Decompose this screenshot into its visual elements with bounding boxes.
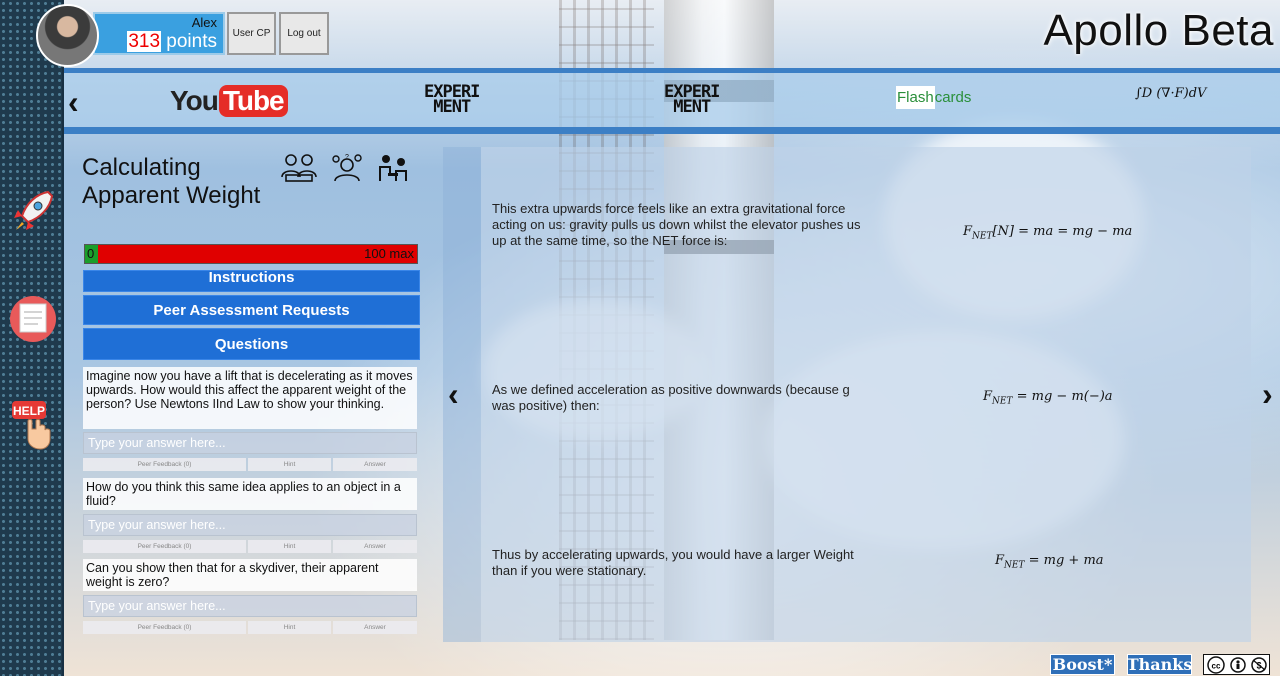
logout-button[interactable]: Log out	[279, 12, 329, 55]
instructions-button[interactable]: Instructions	[83, 270, 420, 292]
lesson-title: Calculating Apparent Weight	[82, 154, 261, 209]
hint-button[interactable]: Hint	[248, 458, 331, 471]
group-icon[interactable]	[280, 153, 318, 183]
svg-text:cc: cc	[1211, 661, 1220, 670]
question-3-actions: Peer Feedback (0) Hint Answer	[83, 621, 417, 634]
answer-button[interactable]: Answer	[333, 621, 417, 634]
boost-button[interactable]: Boost*	[1050, 654, 1115, 675]
peer-feedback-button[interactable]: Peer Feedback (0)	[83, 540, 246, 553]
answer-button[interactable]: Answer	[333, 540, 417, 553]
nav-prev-arrow-icon[interactable]: ‹	[68, 86, 79, 118]
points-label: points	[161, 31, 217, 52]
flashcards-label-rest: cards	[934, 89, 972, 106]
hint-button[interactable]: Hint	[248, 621, 331, 634]
formula-3: FNET = mg + ma	[995, 553, 1104, 571]
formula-2: FNET = mg − m(−)a	[983, 389, 1113, 407]
username: Alex	[191, 15, 217, 30]
slide-text-2: As we defined acceleration as positive d…	[492, 382, 850, 413]
rocket-icon[interactable]	[8, 186, 58, 236]
avatar[interactable]	[36, 4, 99, 67]
answer-input-3[interactable]: Type your answer here...	[83, 595, 417, 617]
thanks-button[interactable]: Thanks	[1127, 654, 1192, 675]
questions-button[interactable]: Questions	[83, 328, 420, 360]
question-1-text: Imagine now you have a lift that is dece…	[83, 367, 417, 429]
tutoring-icon[interactable]	[376, 153, 410, 183]
question-3-text: Can you show then that for a skydiver, t…	[83, 559, 417, 591]
slide-prev-arrow-icon[interactable]: ‹	[448, 378, 459, 410]
flashcards-link[interactable]: Flashcards	[896, 86, 972, 109]
discussion-icon[interactable]: ?	[330, 153, 364, 183]
answer-input-1[interactable]: Type your answer here...	[83, 432, 417, 454]
points-display: 313 points	[127, 31, 217, 53]
help-icon[interactable]: HELP	[8, 400, 58, 450]
app-title: Apollo Beta	[1043, 6, 1274, 55]
flashcards-label-highlight: Flash	[896, 86, 935, 109]
hint-button[interactable]: Hint	[248, 540, 331, 553]
slide-text-1: This extra upwards force feels like an e…	[492, 201, 861, 248]
peer-feedback-button[interactable]: Peer Feedback (0)	[83, 458, 246, 471]
answer-input-2[interactable]: Type your answer here...	[83, 514, 417, 536]
integral-link[interactable]: ∫D (∇·F)dV	[1135, 86, 1206, 101]
progress-max: 100 max	[364, 246, 414, 261]
points-value: 313	[127, 31, 162, 52]
svg-text:HELP: HELP	[13, 404, 45, 418]
mode-icons: ?	[280, 153, 410, 183]
experiment-link-2[interactable]: EXPERI MENT	[664, 84, 720, 116]
progress-min: 0	[87, 246, 95, 261]
user-panel: Alex 313 points	[93, 12, 225, 55]
answer-button[interactable]: Answer	[333, 458, 417, 471]
user-cp-button[interactable]: User CP	[227, 12, 276, 55]
by-icon	[1229, 656, 1246, 673]
peer-assessment-button[interactable]: Peer Assessment Requests	[83, 295, 420, 325]
cc-icon: cc	[1206, 655, 1225, 674]
youtube-link[interactable]: You Tube	[170, 84, 288, 118]
question-2-text: How do you think this same idea applies …	[83, 478, 417, 510]
formula-1: FNET[N] = ma = mg − ma	[963, 224, 1133, 242]
progress-bar: 0 100 max	[84, 244, 418, 264]
svg-text:?: ?	[345, 154, 349, 161]
question-1-actions: Peer Feedback (0) Hint Answer	[83, 458, 417, 471]
peer-feedback-button[interactable]: Peer Feedback (0)	[83, 621, 246, 634]
experiment-link-1[interactable]: EXPERI MENT	[424, 84, 480, 116]
slide-next-arrow-icon[interactable]: ›	[1262, 378, 1273, 410]
nc-icon: $	[1250, 656, 1267, 673]
creative-commons-badge[interactable]: cc $	[1203, 654, 1270, 675]
youtube-logo-you: You	[170, 85, 219, 116]
question-2-actions: Peer Feedback (0) Hint Answer	[83, 540, 417, 553]
slide-text-3: Thus by accelerating upwards, you would …	[492, 547, 854, 578]
youtube-logo-tube: Tube	[218, 85, 288, 117]
notes-icon[interactable]	[8, 294, 58, 344]
